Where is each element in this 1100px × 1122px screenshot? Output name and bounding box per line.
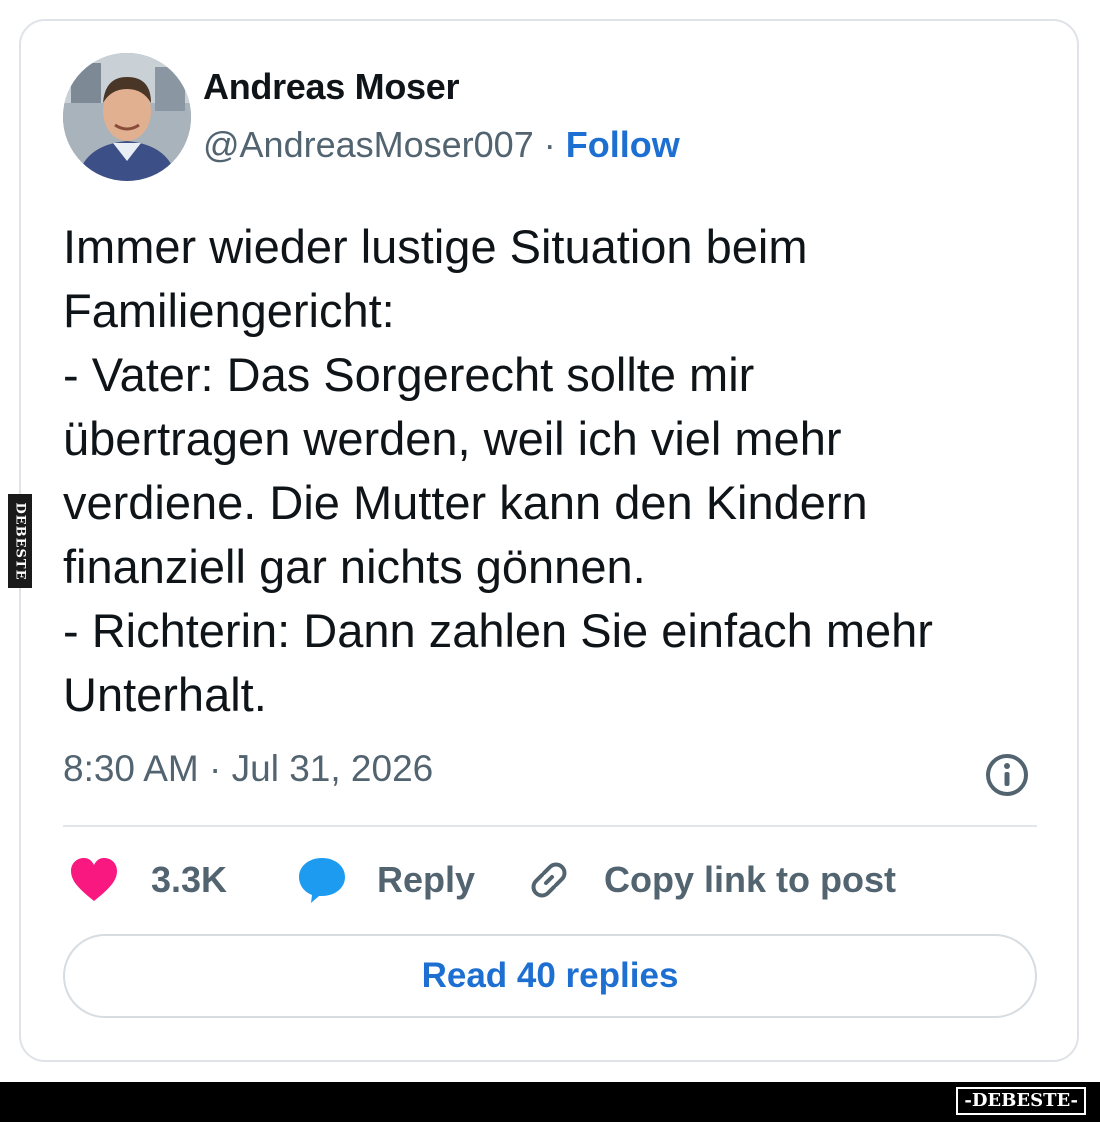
handle-separator: ·: [533, 124, 566, 165]
reply-label: Reply: [377, 859, 476, 900]
reply-button[interactable]: Reply: [297, 852, 475, 908]
action-bar: 3.3K Reply Copy link to post: [63, 852, 1037, 908]
debeste-logo: -DEBESTE-: [956, 1087, 1086, 1115]
avatar[interactable]: [63, 53, 191, 181]
read-replies-button[interactable]: Read 40 replies: [63, 934, 1037, 1018]
copy-link-label: Copy link to post: [604, 859, 896, 900]
side-watermark-text: DEBESTE: [12, 501, 28, 581]
bottom-bar: -DEBESTE-: [0, 1082, 1100, 1122]
link-icon: [531, 862, 567, 898]
copy-link-button[interactable]: Copy link to post: [526, 852, 896, 908]
side-watermark: DEBESTE: [8, 494, 32, 588]
author-handle-row: @AndreasMoser007 · Follow: [203, 124, 680, 166]
like-button[interactable]: 3.3K: [69, 852, 227, 908]
tweet-timestamp[interactable]: 8:30 AM · Jul 31, 2026: [63, 748, 433, 790]
info-circle-icon[interactable]: [984, 752, 1030, 798]
author-handle[interactable]: @AndreasMoser007: [203, 124, 534, 165]
follow-button[interactable]: Follow: [566, 124, 680, 165]
heart-icon: [71, 858, 117, 901]
divider: [63, 825, 1037, 827]
speech-bubble-icon: [299, 858, 345, 903]
like-count: 3.3K: [151, 859, 228, 900]
tweet-text: Immer wieder lustige Situation beim Fami…: [63, 220, 933, 721]
author-name[interactable]: Andreas Moser: [203, 66, 459, 108]
